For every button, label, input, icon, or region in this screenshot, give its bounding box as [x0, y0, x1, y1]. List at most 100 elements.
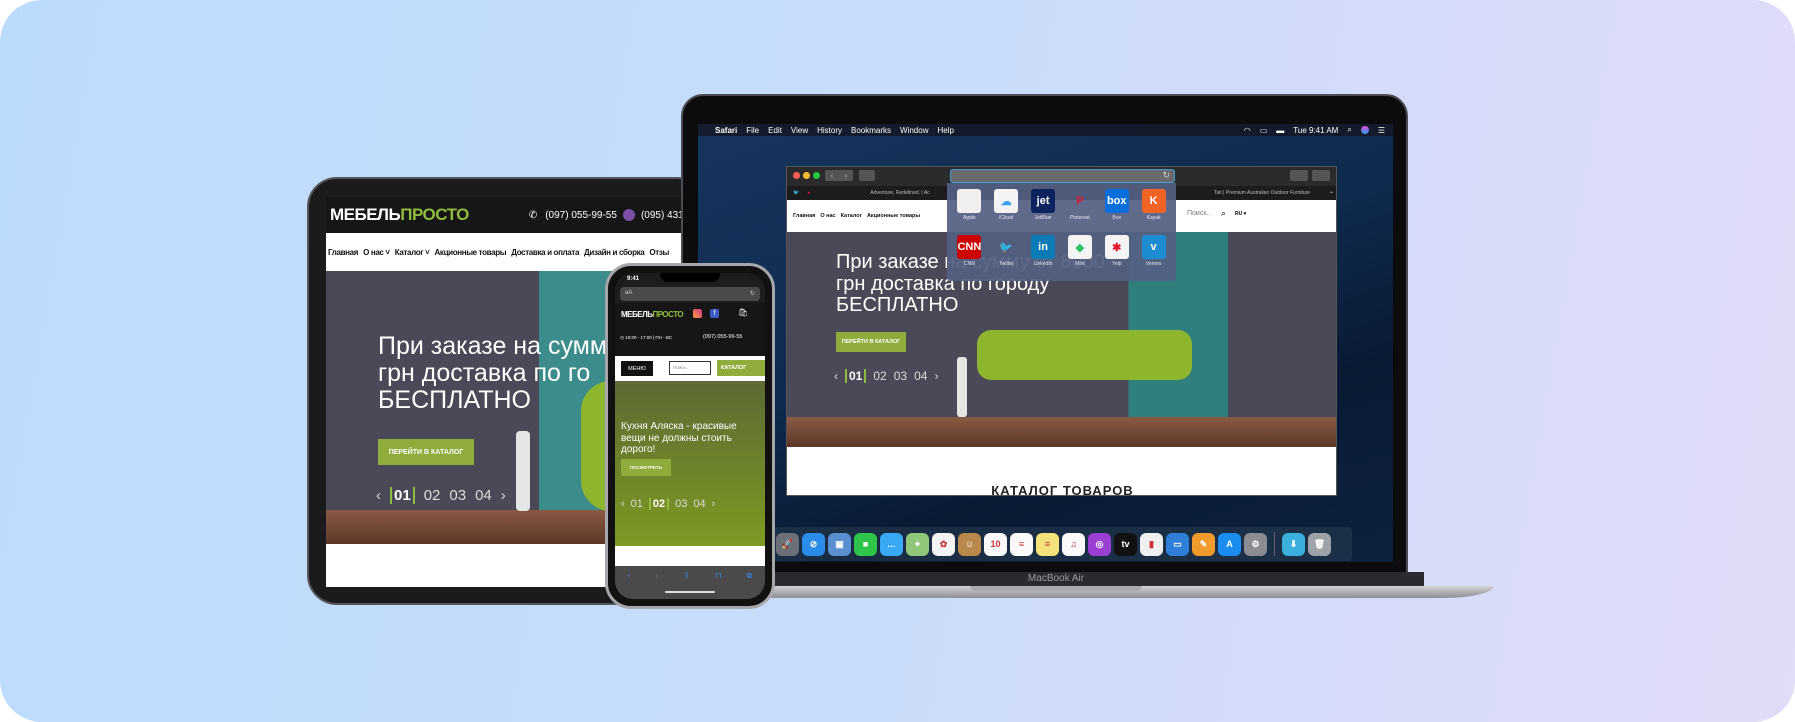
phone-number[interactable]: (097) 055-99-55 [545, 210, 617, 221]
notification-center-icon[interactable]: ☰ [1378, 126, 1385, 135]
tab-tait[interactable]: Tait | Premium Australian Outdoor Furnit… [1214, 190, 1310, 196]
language-select[interactable]: RU ▾ [1235, 211, 1246, 217]
wifi-icon[interactable]: ◠ [1244, 126, 1251, 135]
page-03[interactable]: 03 [675, 498, 687, 510]
favorite-jetblue[interactable]: jet JetBlue [1025, 189, 1062, 235]
nav-delivery[interactable]: Доставка и оплата [511, 248, 579, 257]
sidebar-toggle-button[interactable] [859, 170, 875, 181]
battery-icon[interactable]: ▬ [1276, 126, 1284, 135]
search-input[interactable]: Поиск.. [669, 361, 711, 375]
prev-arrow[interactable]: ‹ [621, 498, 625, 510]
prev-arrow[interactable]: ‹ [834, 369, 838, 383]
nav-sale[interactable]: Акционные товары [867, 213, 920, 219]
menu-window[interactable]: Window [900, 126, 928, 135]
twitter-pinned-tab[interactable]: 🐦 [793, 190, 799, 196]
page-02[interactable]: 02 [648, 498, 670, 510]
numbers-icon[interactable]: ▮ [1140, 532, 1163, 556]
facetime-icon[interactable]: ■ [854, 532, 877, 556]
menu-button[interactable]: МЕНЮ [621, 361, 653, 376]
favorite-box[interactable]: box Box [1098, 189, 1135, 235]
nav-home[interactable]: Главная [793, 213, 815, 219]
share-button[interactable] [1290, 170, 1308, 181]
page-04[interactable]: 04 [475, 487, 492, 504]
bookmarks-icon[interactable]: ⊓ [715, 571, 721, 599]
nav-about[interactable]: О нас ˅ [363, 248, 390, 257]
page-03[interactable]: 03 [894, 369, 907, 383]
back-icon[interactable]: ‹ [628, 571, 631, 599]
menu-history[interactable]: History [817, 126, 842, 135]
reload-icon[interactable]: ↻ [1162, 170, 1170, 181]
nav-sale[interactable]: Акционные товары [434, 248, 506, 257]
music-icon[interactable]: ♫ [1062, 532, 1085, 556]
nav-home[interactable]: Главная [328, 248, 358, 257]
nav-design[interactable]: Дизайн и сборка [584, 248, 645, 257]
downloads-folder-icon[interactable]: ⬇ [1282, 532, 1305, 556]
reader-button[interactable]: aA [625, 290, 632, 296]
page-02[interactable]: 02 [873, 369, 886, 383]
nav-about[interactable]: О нас [820, 213, 835, 219]
notes-icon[interactable]: ≡ [1036, 532, 1059, 556]
siri-icon[interactable] [1360, 126, 1369, 134]
page-02[interactable]: 02 [424, 487, 441, 504]
spotlight-icon[interactable]: ⌕ [1347, 125, 1351, 135]
safari-icon[interactable]: ⊘ [802, 532, 825, 556]
calendar-icon[interactable]: 10 [984, 532, 1007, 556]
page-04[interactable]: 04 [693, 498, 705, 510]
back-forward-buttons[interactable]: ‹ › [825, 170, 853, 181]
site-logo[interactable]: МЕБЕЛЬПРОСТО [330, 205, 469, 225]
podcasts-icon[interactable]: ◎ [1088, 532, 1111, 556]
site-search-input[interactable]: Поиск.. [1187, 210, 1210, 217]
favorite-pinterest[interactable]: P Pinterest [1061, 189, 1098, 235]
catalog-button[interactable]: КАТАЛОГ [717, 360, 765, 376]
menu-file[interactable]: File [746, 126, 759, 135]
address-bar[interactable]: ↻ [950, 169, 1175, 183]
page-04[interactable]: 04 [914, 369, 927, 383]
favorite-icloud[interactable]: ☁ iCloud [988, 189, 1025, 235]
airplay-icon[interactable]: ▭ [1260, 126, 1268, 135]
favorite-kayak[interactable]: K Kayak [1135, 189, 1172, 235]
favorite-yelp[interactable]: ✱ Yelp [1098, 235, 1135, 281]
favorite-apple[interactable]: Apple [951, 189, 988, 235]
next-arrow[interactable]: › [712, 498, 716, 510]
maps-icon[interactable]: ⌖ [906, 532, 929, 556]
cart-icon[interactable]: 🛍 [738, 308, 748, 317]
facebook-icon[interactable]: f [710, 309, 719, 318]
contacts-icon[interactable]: ☺ [958, 532, 981, 556]
pages-icon[interactable]: ✎ [1192, 532, 1215, 556]
page-01[interactable]: 01 [631, 498, 643, 510]
zoom-button[interactable] [813, 172, 820, 179]
nav-reviews[interactable]: Отзы [649, 248, 669, 257]
next-arrow[interactable]: › [501, 487, 506, 504]
menu-safari[interactable]: Safari [715, 126, 737, 135]
phone-number[interactable]: (097) 055-99-55 [703, 334, 742, 340]
favorite-linkedin[interactable]: in LinkedIn [1025, 235, 1062, 281]
menu-edit[interactable]: Edit [768, 126, 782, 135]
instagram-icon[interactable] [693, 309, 702, 318]
minimize-button[interactable] [803, 172, 810, 179]
page-01[interactable]: 01 [390, 487, 415, 504]
reminders-icon[interactable]: ≡ [1010, 532, 1033, 556]
view-button[interactable]: ПОСМОТРЕТЬ [621, 459, 671, 476]
menu-bookmarks[interactable]: Bookmarks [851, 126, 891, 135]
trash-icon[interactable]: 🗑 [1308, 532, 1331, 556]
favorite-cnn[interactable]: CNN CNN [951, 235, 988, 281]
nav-catalog[interactable]: Каталог [841, 213, 862, 219]
messages-icon[interactable]: … [880, 532, 903, 556]
site-logo[interactable]: МЕБЕЛЬПРОСТО [621, 310, 684, 319]
forward-icon[interactable]: › [655, 571, 658, 599]
tabs-button[interactable] [1312, 170, 1330, 181]
phone-address-bar[interactable]: aA ↻ [620, 287, 760, 301]
preview-icon[interactable]: ▣ [828, 532, 851, 556]
catalog-cta-button[interactable]: ПЕРЕЙТИ В КАТАЛОГ [836, 332, 906, 352]
tab-adventure[interactable]: Adventure, Redefined. | Ac [870, 190, 929, 196]
prev-arrow[interactable]: ‹ [376, 487, 381, 504]
launchpad-icon[interactable]: 🚀 [776, 532, 799, 556]
app-store-icon[interactable]: A [1218, 532, 1241, 556]
close-button[interactable] [793, 172, 800, 179]
pinterest-pinned-tab[interactable]: ● [807, 190, 810, 196]
search-icon[interactable]: ⌕ [1221, 208, 1226, 219]
menu-help[interactable]: Help [937, 126, 953, 135]
favorite-venmo[interactable]: v Venmo [1135, 235, 1172, 281]
favorite-twitter[interactable]: 🐦 Twitter [988, 235, 1025, 281]
photos-icon[interactable]: ✿ [932, 532, 955, 556]
